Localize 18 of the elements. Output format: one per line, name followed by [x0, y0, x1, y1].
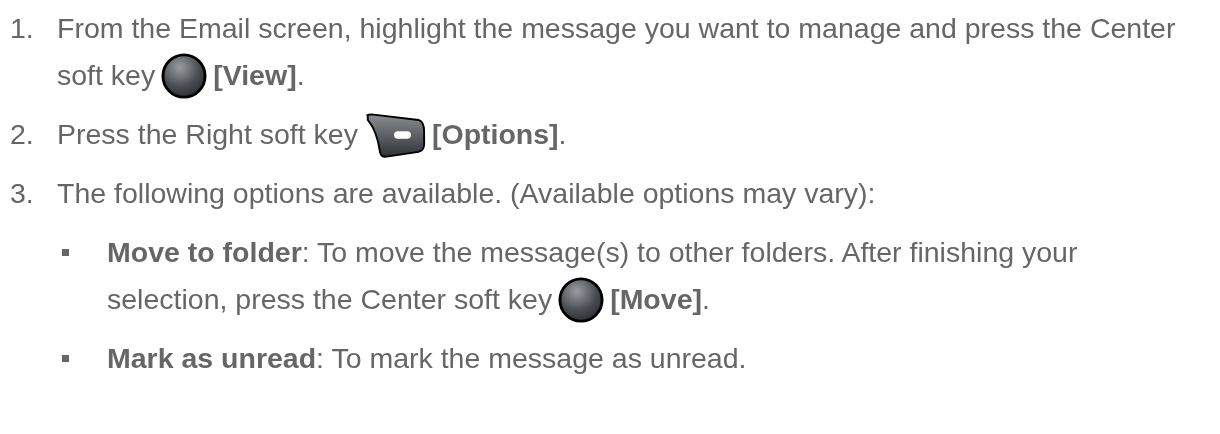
- step-text: [View].: [213, 59, 305, 92]
- soft-key-icon: [363, 111, 426, 158]
- option-text: [Move].: [610, 283, 710, 316]
- round-key-icon: [161, 52, 208, 99]
- round-key-icon: [558, 276, 605, 323]
- bullet-icon: [62, 355, 69, 362]
- step-number: 1.: [9, 11, 35, 46]
- bullet-icon: [62, 249, 69, 256]
- step-text: Press the Right soft key: [57, 118, 358, 151]
- step-text: [Options].: [431, 118, 567, 151]
- step-text: soft key: [57, 59, 156, 92]
- step-text: The following options are available. (Available options may vary):: [57, 177, 876, 210]
- step-text: From the Email screen, highlight the message you want to manage and press the Center: [57, 12, 1176, 45]
- step-number: 2.: [9, 117, 35, 152]
- option-text: Move to folder: To move the message(s) to other folders. After finishing your: [107, 236, 1078, 269]
- option-text: Mark as unread: To mark the message as unread.: [107, 342, 747, 375]
- step-number: 3.: [9, 176, 35, 211]
- option-text: selection, press the Center soft key: [107, 283, 553, 316]
